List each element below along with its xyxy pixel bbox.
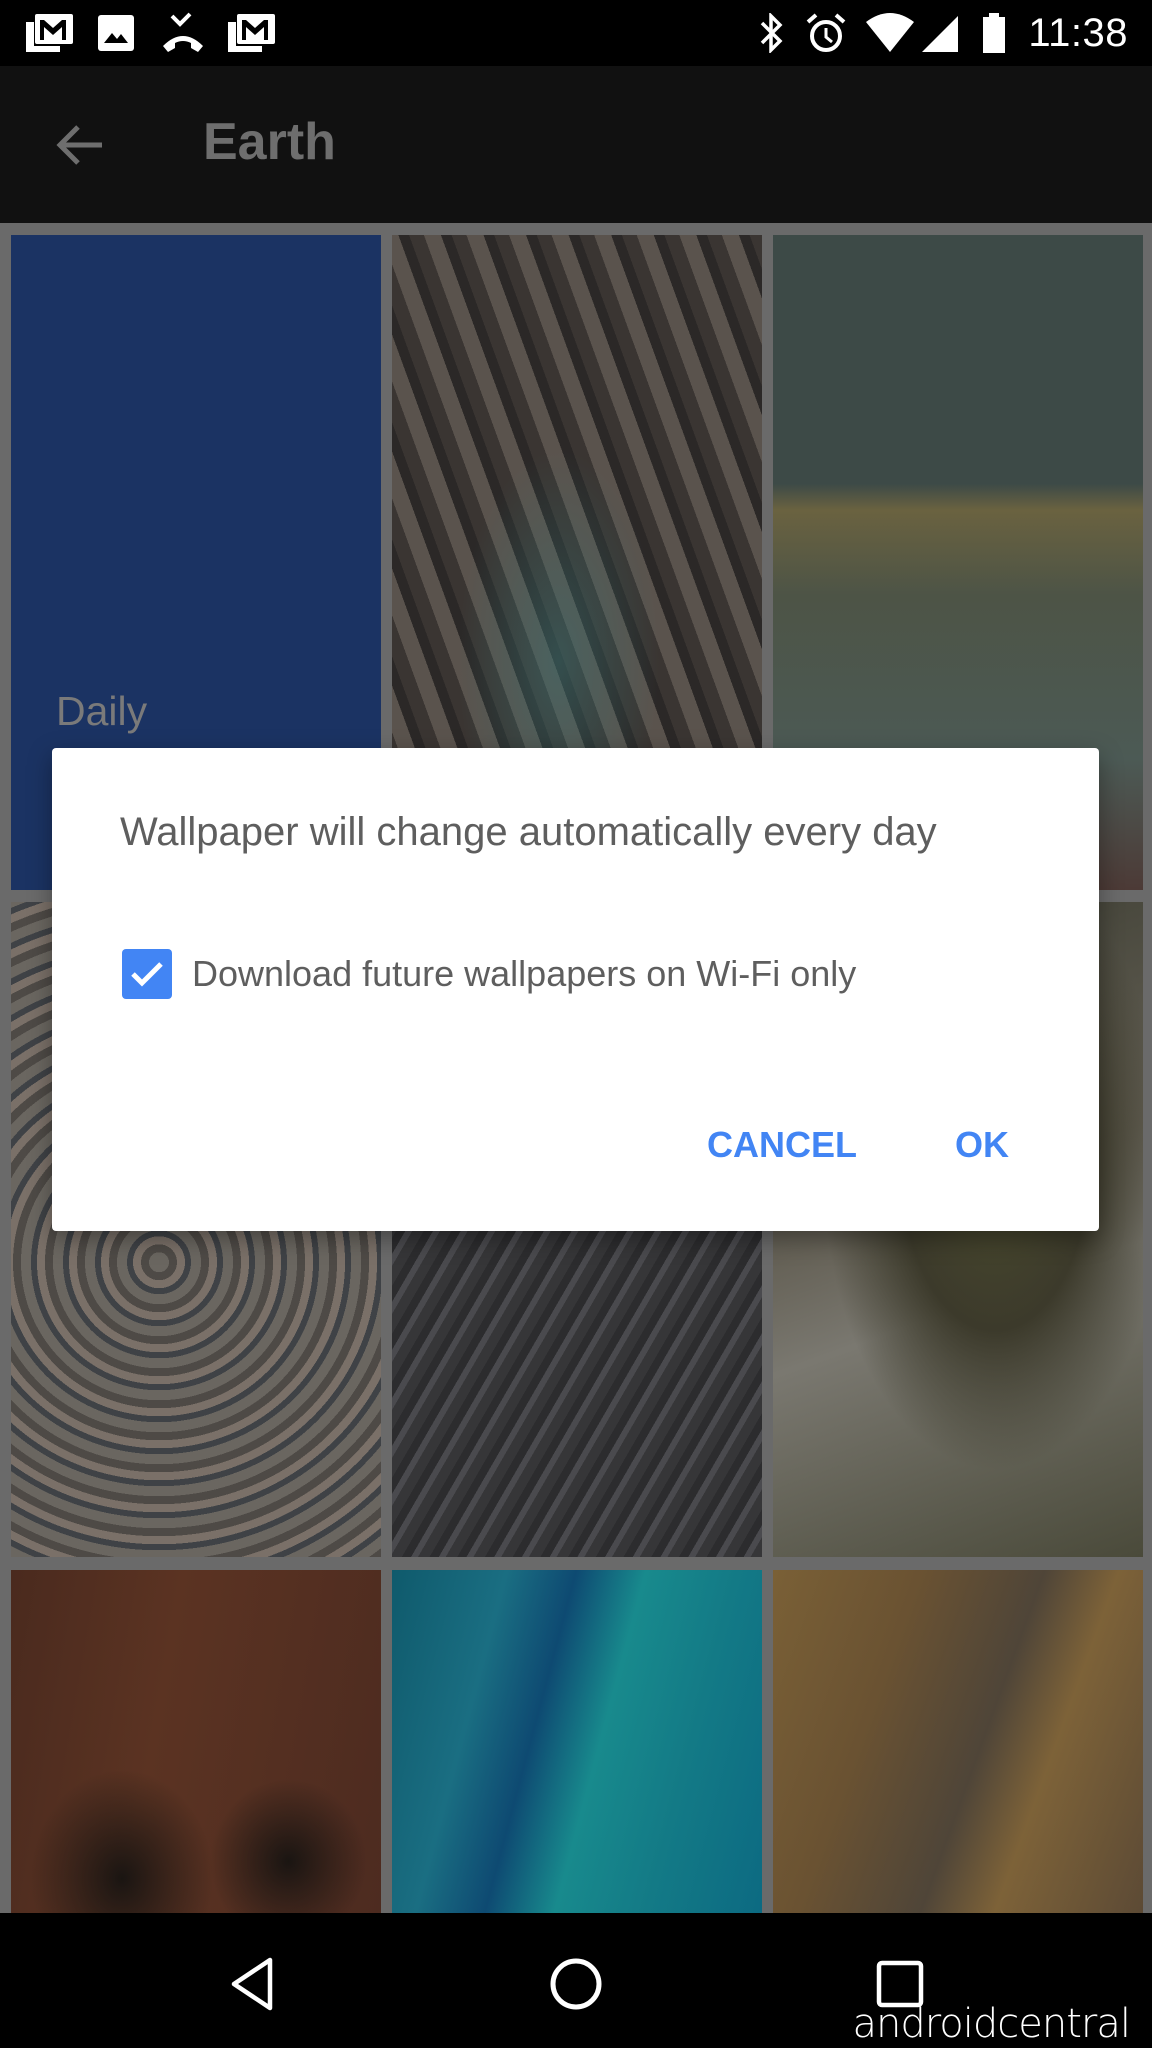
wifi-icon [864, 12, 916, 54]
ok-button[interactable]: OK [955, 1124, 1009, 1166]
gmail-icon [226, 12, 276, 54]
wifi-only-option[interactable]: Download future wallpapers on Wi-Fi only [122, 948, 856, 1000]
checkmark-icon [131, 962, 163, 987]
battery-icon [980, 12, 1008, 54]
watermark: androidcentral [852, 2001, 1131, 2047]
home-icon [550, 1958, 602, 2010]
wifi-only-checkbox[interactable] [122, 949, 172, 999]
dialog-message: Wallpaper will change automatically ever… [120, 810, 937, 854]
alarm-icon [804, 12, 848, 54]
cancel-button[interactable]: CANCEL [707, 1124, 857, 1166]
missed-call-icon [160, 12, 206, 54]
back-icon [231, 1957, 273, 2011]
tile-sand-dune[interactable] [773, 1570, 1143, 1913]
clock: 11:38 [1028, 11, 1128, 55]
bluetooth-icon [756, 12, 786, 54]
gmail-icon [24, 12, 74, 54]
status-bar: 11:38 [0, 0, 1152, 66]
tile-teal-water[interactable] [392, 1570, 762, 1913]
nav-back-button[interactable] [207, 1949, 297, 2019]
dialog-actions: CANCEL OK [707, 1124, 1009, 1166]
daily-wallpaper-dialog: Wallpaper will change automatically ever… [52, 748, 1099, 1231]
back-button[interactable] [44, 110, 114, 180]
navigation-bar: androidcentral [0, 1913, 1152, 2048]
cell-signal-icon [920, 12, 960, 54]
app-toolbar: Earth [0, 66, 1152, 223]
wifi-only-label: Download future wallpapers on Wi-Fi only [192, 953, 857, 994]
nav-home-button[interactable] [531, 1949, 621, 2019]
tile-label: Daily [56, 688, 148, 734]
tile-red-desert[interactable] [11, 1570, 381, 1913]
image-icon [96, 12, 136, 54]
page-title: Earth [203, 113, 336, 171]
arrow-back-icon [56, 125, 102, 165]
